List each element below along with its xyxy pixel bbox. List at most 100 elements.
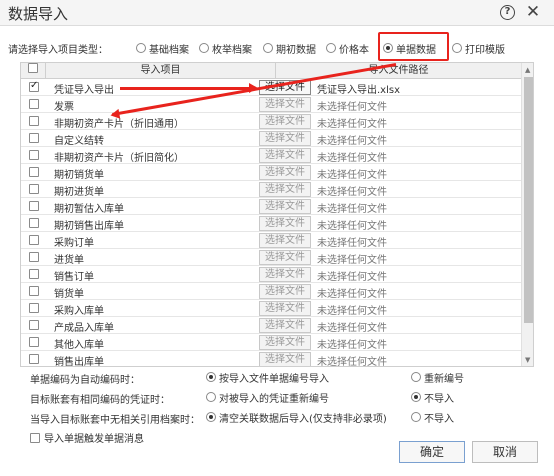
choose-file-button[interactable]: 选择文件 [259,267,311,282]
option-skip-voucher[interactable]: 不导入 [411,389,454,405]
table-scrollbar[interactable]: ▲ ▼ [521,63,533,366]
table-row: 期初进货单 选择文件 未选择任何文件 [21,181,521,198]
option-skip-reference[interactable]: 不导入 [411,409,454,425]
radio-skip-reference[interactable] [411,412,421,422]
radio-enum[interactable] [199,43,209,53]
row-file-path: 未选择任何文件 [317,255,387,266]
row-checkbox-cell[interactable] [29,303,39,316]
row-checkbox[interactable] [29,167,39,177]
choose-file-button[interactable]: 选择文件 [259,301,311,316]
close-icon[interactable]: ✕ [524,2,542,22]
table-header: 导入项目 导入文件路径 [21,63,521,79]
row-checkbox[interactable] [29,354,39,364]
row-file-path: 未选择任何文件 [317,153,387,164]
row-checkbox-cell[interactable] [29,167,39,180]
radio-clear-reference[interactable] [206,412,216,422]
table-row: 销货单 选择文件 未选择任何文件 [21,283,521,300]
row-checkbox[interactable] [29,269,39,279]
trigger-message-option[interactable]: 导入单据触发单据消息 [30,430,144,445]
row-checkbox-cell[interactable] [29,201,39,214]
choose-file-button[interactable]: 选择文件 [259,250,311,265]
option-same-voucher: 目标账套有相同编码的凭证时： 对被导入的凭证重新编号 不导入 [0,389,554,406]
radio-print[interactable] [452,43,462,53]
type-option-opening[interactable]: 期初数据 [263,38,316,58]
row-checkbox-cell[interactable] [29,337,39,350]
radio-keep-number[interactable] [206,372,216,382]
header-select-all[interactable] [21,63,46,79]
row-checkbox-cell[interactable] [29,286,39,299]
row-checkbox[interactable] [29,184,39,194]
select-all-checkbox[interactable] [28,63,38,73]
option-clear-reference[interactable]: 清空关联数据后导入(仅支持非必录项) [206,409,387,425]
row-file-path: 凭证导入导出.xlsx [317,85,401,96]
radio-skip-voucher[interactable] [411,392,421,402]
row-checkbox[interactable] [29,116,39,126]
cancel-button[interactable]: 取消 [472,441,538,463]
radio-opening[interactable] [263,43,273,53]
type-option-print[interactable]: 打印模版 [452,38,505,58]
row-checkbox[interactable] [29,80,39,92]
row-checkbox[interactable] [29,320,39,330]
choose-file-button[interactable]: 选择文件 [259,284,311,299]
type-option-basic[interactable]: 基础档案 [136,38,189,58]
row-checkbox[interactable] [29,337,39,347]
choose-file-button[interactable]: 选择文件 [259,216,311,231]
choose-file-button[interactable]: 选择文件 [259,233,311,248]
row-checkbox-cell[interactable] [29,99,39,112]
scroll-up-icon[interactable]: ▲ [525,66,530,74]
choose-file-button[interactable]: 选择文件 [259,318,311,333]
row-checkbox-cell[interactable] [29,80,39,95]
choose-file-button[interactable]: 选择文件 [259,199,311,214]
row-item-name: 销售订单 [54,272,94,283]
choose-file-button[interactable]: 选择文件 [259,335,311,350]
option-keep-number[interactable]: 按导入文件单据编号导入 [206,369,329,385]
row-checkbox[interactable] [29,99,39,109]
table-row: 发票 选择文件 未选择任何文件 [21,96,521,113]
type-option-enum[interactable]: 枚举档案 [199,38,252,58]
row-checkbox[interactable] [29,252,39,262]
choose-file-button[interactable]: 选择文件 [259,182,311,197]
option-renumber[interactable]: 重新编号 [411,369,464,385]
row-checkbox-cell[interactable] [29,252,39,265]
row-checkbox[interactable] [29,218,39,228]
row-checkbox-cell[interactable] [29,354,39,366]
row-checkbox-cell[interactable] [29,320,39,333]
radio-price[interactable] [326,43,336,53]
trigger-message-label: 导入单据触发单据消息 [44,434,144,445]
row-checkbox[interactable] [29,133,39,143]
row-checkbox[interactable] [29,150,39,160]
trigger-message-checkbox[interactable] [30,432,40,443]
scroll-thumb[interactable] [524,77,533,323]
choose-file-button[interactable]: 选择文件 [259,97,311,112]
row-checkbox-cell[interactable] [29,235,39,248]
row-checkbox-cell[interactable] [29,269,39,282]
option-no-reference: 当导入目标账套中无相关引用档案时： 清空关联数据后导入(仅支持非必录项) 不导入 [0,409,554,426]
row-checkbox[interactable] [29,201,39,211]
help-icon[interactable]: ? [500,5,515,20]
row-file-path: 未选择任何文件 [317,119,387,130]
row-checkbox[interactable] [29,303,39,313]
row-checkbox-cell[interactable] [29,218,39,231]
choose-file-button[interactable]: 选择文件 [259,148,311,163]
choose-file-button[interactable]: 选择文件 [259,114,311,129]
type-option-price[interactable]: 价格本 [326,38,369,58]
row-checkbox-cell[interactable] [29,184,39,197]
radio-renumber-voucher[interactable] [206,392,216,402]
header-item: 导入项目 [46,63,276,79]
choose-file-button[interactable]: 选择文件 [259,131,311,146]
row-checkbox-cell[interactable] [29,133,39,146]
radio-basic[interactable] [136,43,146,53]
row-checkbox-cell[interactable] [29,150,39,163]
option-renumber-voucher[interactable]: 对被导入的凭证重新编号 [206,389,329,405]
row-checkbox[interactable] [29,286,39,296]
row-checkbox[interactable] [29,235,39,245]
choose-file-button[interactable]: 选择文件 [259,352,311,366]
ok-button[interactable]: 确定 [399,441,465,463]
option-auto-number: 单据编码为自动编码时： 按导入文件单据编号导入 重新编号 [0,369,554,386]
row-checkbox-cell[interactable] [29,116,39,129]
scroll-down-icon[interactable]: ▼ [525,356,530,364]
import-type-row: 请选择导入项目类型： 基础档案 枚举档案 期初数据 价格本 单据数据 打印模版 [0,38,554,58]
radio-renumber[interactable] [411,372,421,382]
row-item-name: 期初销货单 [54,170,104,181]
choose-file-button[interactable]: 选择文件 [259,165,311,180]
